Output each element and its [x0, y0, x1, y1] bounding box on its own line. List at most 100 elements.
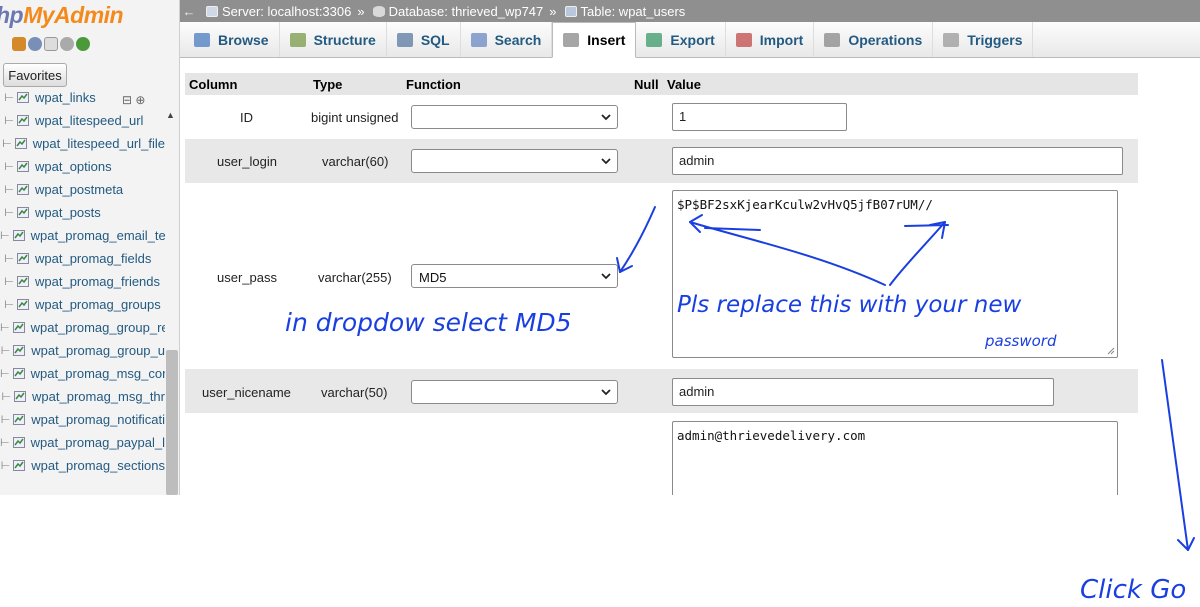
back-arrow-icon[interactable]: ←: [180, 4, 198, 19]
settings-icon[interactable]: [60, 37, 74, 51]
table-structure-icon[interactable]: [17, 184, 29, 195]
value-textarea-user-email[interactable]: admin@thrievedelivery.com: [672, 421, 1118, 495]
sidebar-table-label: wpat_promag_msg_thr: [32, 389, 165, 404]
table-structure-icon[interactable]: [17, 253, 29, 264]
column-name: user_nicename: [202, 385, 291, 400]
tab-triggers[interactable]: Triggers: [933, 22, 1034, 57]
sidebar-table-label: wpat_promag_groups: [35, 297, 161, 312]
sidebar-table-label: wpat_promag_group_re: [30, 320, 165, 335]
chevron-down-icon: [601, 158, 611, 165]
sidebar-table-item[interactable]: ⊢ wpat_options: [0, 155, 165, 178]
sidebar-table-item[interactable]: ⊢ wpat_promag_msg_cor: [0, 362, 165, 385]
home-icon[interactable]: [12, 37, 26, 51]
sidebar-table-label: wpat_promag_sections: [31, 458, 165, 473]
table-structure-icon[interactable]: [17, 207, 29, 218]
sidebar-table-item[interactable]: ⊢ wpat_promag_group_u: [0, 339, 165, 362]
arrow-to-go: [1161, 359, 1189, 551]
sidebar-table-item[interactable]: ⊢ wpat_links: [0, 86, 165, 109]
sidebar-table-label: wpat_promag_fields: [35, 251, 152, 266]
column-type: varchar(50): [321, 385, 388, 400]
sidebar-table-item[interactable]: ⊢ wpat_posts: [0, 201, 165, 224]
tab-structure[interactable]: Structure: [280, 22, 387, 57]
tree-connector-icon: ⊢: [4, 184, 14, 196]
tree-connector-icon: ⊢: [0, 345, 11, 357]
sidebar-table-item[interactable]: ⊢ wpat_promag_notificati: [0, 408, 165, 431]
sidebar-table-item[interactable]: ⊢ wpat_promag_msg_thr: [0, 385, 165, 408]
tab-insert[interactable]: Insert: [552, 22, 637, 58]
function-select-id[interactable]: [411, 105, 618, 129]
sidebar-table-label: wpat_litespeed_url: [35, 113, 144, 128]
breadcrumb-database[interactable]: Database: thrieved_wp747: [389, 4, 544, 19]
value-input-user-nicename[interactable]: admin: [672, 378, 1054, 406]
breadcrumb-table[interactable]: Table: wpat_users: [581, 4, 686, 19]
table-structure-icon[interactable]: [17, 92, 29, 103]
breadcrumb-server[interactable]: Server: localhost:3306: [222, 4, 351, 19]
sidebar-table-item[interactable]: ⊢ wpat_promag_groups: [0, 293, 165, 316]
tree-connector-icon: ⊢: [4, 92, 14, 104]
logout-icon[interactable]: [28, 37, 42, 51]
function-select-user-pass[interactable]: MD5: [411, 264, 618, 288]
table-structure-icon[interactable]: [13, 414, 26, 425]
operations-icon: [824, 32, 841, 47]
table-tree: ⊢ wpat_links ⊢ wpat_litespeed_url ⊢ wpat_lite…: [0, 90, 165, 477]
value-input-user-login[interactable]: admin: [672, 147, 1123, 175]
tab-search[interactable]: Search: [461, 22, 553, 57]
tab-browse[interactable]: Browse: [184, 22, 280, 57]
tree-connector-icon: ⊢: [2, 138, 12, 150]
chevron-down-icon: [601, 114, 611, 121]
sidebar-table-item[interactable]: ⊢ wpat_promag_email_te: [0, 224, 165, 247]
docs-icon[interactable]: [44, 37, 58, 51]
table-structure-icon[interactable]: [12, 437, 25, 448]
sidebar-table-item[interactable]: ⊢ wpat_promag_group_re: [0, 316, 165, 339]
sidebar-table-item[interactable]: ⊢ wpat_postmeta: [0, 178, 165, 201]
sidebar-table-item[interactable]: ⊢ wpat_litespeed_url_file: [0, 132, 165, 155]
sidebar-table-item[interactable]: ⊢ wpat_promag_paypal_l: [0, 431, 165, 454]
tab-export[interactable]: Export: [636, 22, 726, 57]
phpmyadmin-logo[interactable]: hpMyAdmin: [0, 2, 124, 29]
table-structure-icon[interactable]: [12, 368, 25, 379]
sidebar-table-label: wpat_options: [35, 159, 112, 174]
breadcrumb-bar: ← Server: localhost:3306 » Database: thr…: [180, 0, 1200, 22]
table-structure-icon[interactable]: [14, 138, 27, 149]
function-select-user-login[interactable]: [411, 149, 618, 173]
tab-operations[interactable]: Operations: [814, 22, 934, 57]
function-select-user-nicename[interactable]: [411, 380, 618, 404]
annotation-replace-note: Pls replace this with your new: [677, 292, 1022, 318]
tree-connector-icon: ⊢: [0, 368, 10, 380]
sidebar-table-item[interactable]: ⊢ wpat_promag_fields: [0, 247, 165, 270]
tree-connector-icon: ⊢: [0, 414, 11, 426]
reload-icon[interactable]: [76, 37, 90, 51]
tree-connector-icon: ⊢: [0, 230, 10, 242]
column-name: user_login: [217, 154, 277, 169]
sidebar-scrollbar[interactable]: [166, 350, 178, 495]
resize-grip-icon[interactable]: [1107, 347, 1115, 355]
header-value: Value: [667, 76, 701, 92]
tab-import[interactable]: Import: [726, 22, 815, 57]
table-icon: [564, 5, 577, 17]
tab-sql[interactable]: SQL: [387, 22, 461, 57]
tab-label: Insert: [587, 32, 626, 48]
table-structure-icon[interactable]: [13, 345, 26, 356]
breadcrumb-separator: »: [357, 3, 365, 19]
sidebar-table-item[interactable]: ⊢ wpat_promag_sections: [0, 454, 165, 477]
table-structure-icon[interactable]: [17, 161, 29, 172]
sidebar-table-label: wpat_posts: [35, 205, 101, 220]
tree-connector-icon: ⊢: [0, 437, 10, 449]
table-structure-icon[interactable]: [17, 299, 29, 310]
table-structure-icon[interactable]: [14, 391, 27, 402]
table-structure-icon[interactable]: [12, 230, 25, 241]
insert-form-table: Column Type Function Null Value ID bigin…: [185, 73, 1138, 495]
sidebar-table-item[interactable]: ⊢ wpat_promag_friends: [0, 270, 165, 293]
table-structure-icon[interactable]: [17, 276, 29, 287]
value-input-id[interactable]: 1: [672, 103, 847, 131]
favorites-tab[interactable]: Favorites: [3, 63, 67, 87]
table-structure-icon[interactable]: [12, 322, 25, 333]
column-name: ID: [240, 110, 253, 125]
sidebar-table-item[interactable]: ⊢ wpat_litespeed_url: [0, 109, 165, 132]
table-structure-icon[interactable]: [17, 115, 29, 126]
tree-connector-icon: ⊢: [1, 391, 12, 403]
table-structure-icon[interactable]: [13, 460, 26, 471]
sidebar-table-label: wpat_promag_friends: [35, 274, 161, 289]
database-icon: [372, 5, 385, 17]
scroll-up-arrow-icon[interactable]: ▲: [166, 110, 175, 120]
